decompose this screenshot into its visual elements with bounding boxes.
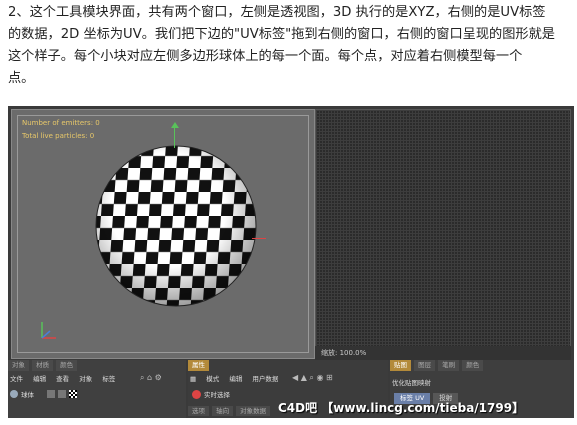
watermark: C4D吧 【www.lincg.com/tieba/1799】 xyxy=(278,401,525,415)
object-manager-menu: 文件 编辑 查看 对象 标签 xyxy=(10,373,123,383)
grid-icon[interactable]: ▦ xyxy=(190,375,196,383)
menu-view[interactable]: 查看 xyxy=(56,375,69,383)
object-row[interactable]: 球体 xyxy=(10,389,77,399)
c4d-screenshot: Number of emitters: 0 Total live particl… xyxy=(8,106,574,418)
tab-mapping[interactable]: 贴图 xyxy=(390,360,411,371)
axis-gizmo-icon xyxy=(41,322,56,339)
search-icon[interactable]: ⌕ xyxy=(140,373,144,382)
menu-edit-attr[interactable]: 编辑 xyxy=(229,375,242,383)
menu-file[interactable]: 文件 xyxy=(10,375,23,383)
attribute-tabs: 属性 xyxy=(188,360,210,371)
menu-tags[interactable]: 标签 xyxy=(102,375,115,383)
uv-panel-tabs: 贴图 图层 笔刷 颜色 xyxy=(390,360,484,371)
article-line: 这个样子。每个小块对应左侧多边形球体上的每一个面。每个点，对应着右侧模型每一个 xyxy=(8,49,523,64)
settings-icon[interactable]: ⚙ xyxy=(155,373,162,382)
tab-materials[interactable]: 材质 xyxy=(32,360,54,371)
live-select-icon[interactable] xyxy=(192,389,201,399)
article-line: 的数据，2D 坐标为UV。我们把下边的"UV标签"拖到右侧的窗口，右侧的窗口呈现… xyxy=(8,27,555,42)
tab-object-data[interactable]: 对象数据 xyxy=(236,406,271,416)
back-arrow-icon[interactable]: ◀ xyxy=(292,373,298,382)
emitter-count: Number of emitters: 0 xyxy=(22,119,100,127)
tab-color[interactable]: 颜色 xyxy=(462,360,484,371)
object-manager: 对象 材质 颜色 文件 编辑 查看 对象 标签 ⌕ ⌂ ⚙ 球体 xyxy=(8,360,186,418)
checkered-sphere[interactable] xyxy=(94,144,258,308)
perspective-viewport[interactable]: Number of emitters: 0 Total live particl… xyxy=(11,109,315,359)
object-toolbar: ⌕ ⌂ ⚙ xyxy=(140,373,162,383)
visibility-icon[interactable] xyxy=(47,390,55,398)
home-icon[interactable]: ⌂ xyxy=(147,373,152,382)
article-line: 点。 xyxy=(8,71,35,86)
x-axis-handle[interactable] xyxy=(252,238,266,239)
menu-edit[interactable]: 编辑 xyxy=(33,375,46,383)
menu-objects[interactable]: 对象 xyxy=(79,375,92,383)
uv-tag-icon[interactable] xyxy=(69,390,77,398)
tab-axis[interactable]: 轴向 xyxy=(212,406,234,416)
tab-objects[interactable]: 对象 xyxy=(8,360,29,371)
optimize-mapping-label[interactable]: 优化贴图映射 xyxy=(392,377,431,387)
live-select-label[interactable]: 实时选择 xyxy=(204,389,230,399)
y-axis-arrow-icon xyxy=(171,122,179,128)
phong-tag-icon[interactable] xyxy=(58,390,66,398)
tab-options[interactable]: 选项 xyxy=(188,406,209,416)
uv-viewport[interactable] xyxy=(315,109,571,359)
lock-icon[interactable]: ◉ xyxy=(316,373,323,382)
object-name[interactable]: 球体 xyxy=(21,389,34,399)
tab-layers[interactable]: 图层 xyxy=(414,360,436,371)
menu-user-data[interactable]: 用户数据 xyxy=(252,375,278,383)
up-arrow-icon[interactable]: ▲ xyxy=(301,373,307,382)
attribute-sub-tabs: 选项 轴向 对象数据 xyxy=(188,406,271,416)
search-attr-icon[interactable]: ⌕ xyxy=(309,373,313,382)
article-text: 2、这个工具模块界面，共有两个窗口，左侧是透视图，3D 执行的是XYZ，右侧的是… xyxy=(8,2,574,90)
particle-count: Total live particles: 0 xyxy=(22,132,95,140)
object-manager-tabs: 对象 材质 颜色 xyxy=(8,360,78,371)
particle-hud: Number of emitters: 0 Total live particl… xyxy=(22,117,100,143)
zoom-readout: 缩放: 100.0% xyxy=(315,346,571,360)
menu-mode[interactable]: 模式 xyxy=(206,375,219,383)
attribute-menu: ▦ 模式 编辑 用户数据 xyxy=(190,373,286,383)
sphere-object-icon xyxy=(10,390,18,398)
tab-attributes[interactable]: 属性 xyxy=(188,360,209,371)
attribute-toolbar: ◀ ▲ ⌕ ◉ ⊞ xyxy=(292,373,333,383)
tab-colors[interactable]: 颜色 xyxy=(56,360,78,371)
tool-row: 实时选择 xyxy=(192,389,230,399)
article-line: 2、这个工具模块界面，共有两个窗口，左侧是透视图，3D 执行的是XYZ，右侧的是… xyxy=(8,5,546,20)
tab-brush[interactable]: 笔刷 xyxy=(438,360,460,371)
new-panel-icon[interactable]: ⊞ xyxy=(326,373,333,382)
y-axis-handle[interactable] xyxy=(174,126,175,148)
